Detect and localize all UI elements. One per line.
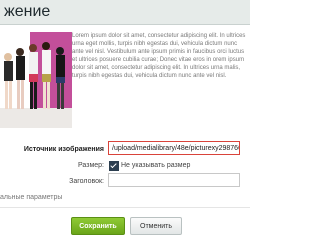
preview-image: [0, 32, 72, 142]
dialog-footer: [0, 207, 250, 251]
size-label: Размер:: [77, 162, 104, 169]
image-preview-area: Lorem ipsum dolor sit amet, consectetur …: [0, 32, 248, 142]
no-size-checkbox[interactable]: [109, 161, 119, 171]
title-input[interactable]: [108, 173, 240, 187]
image-source-input[interactable]: /upload/medialibrary/48e/picturexy298766…: [108, 141, 240, 155]
cancel-button[interactable]: Отменить: [130, 217, 182, 235]
dialog-title: жение: [4, 3, 51, 20]
title-label: Заголовок:: [69, 178, 104, 185]
preview-lorem-text: Lorem ipsum dolor sit amet, consectetur …: [72, 33, 246, 79]
dialog-titlebar: жение: [0, 0, 250, 25]
no-size-checkbox-label[interactable]: Не указывать размер: [121, 162, 190, 169]
save-button[interactable]: Сохранить: [71, 217, 125, 235]
additional-params-link[interactable]: альные параметры: [0, 194, 62, 201]
source-label: Источник изображения: [23, 146, 104, 153]
